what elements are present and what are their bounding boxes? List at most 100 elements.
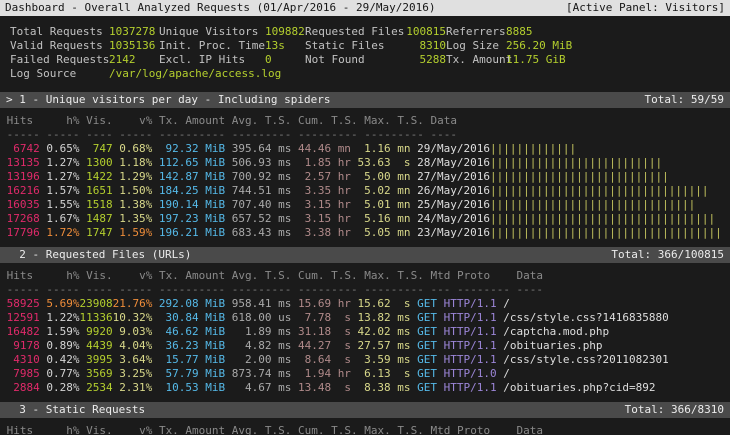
cell-vis: 747 xyxy=(79,142,112,156)
cell-avg: 1.89 xyxy=(225,325,271,339)
cell-maxu: ms xyxy=(391,311,411,325)
panel-visitors: > 1 - Unique visitors per day - Includin… xyxy=(0,92,730,240)
cell-cum: 31.18 xyxy=(291,325,331,339)
cell-hpct: 1.27% xyxy=(40,170,80,184)
cell-vis: 1422 xyxy=(79,170,112,184)
table-row[interactable]: 28840.28%25342.31%10.53MiB4.67ms13.48s8.… xyxy=(0,381,730,395)
cell-vpct: 4.04% xyxy=(113,339,153,353)
summary-label: Log Source xyxy=(10,67,109,81)
cell-vpct: 1.59% xyxy=(113,226,153,240)
cell-method: GET xyxy=(411,353,437,367)
cell-vis: 1651 xyxy=(79,184,112,198)
cell-vpct: 10.32% xyxy=(113,311,153,325)
cell-tx: 142.87 xyxy=(152,170,198,184)
cell-request-url: /css/style.css?1416835880 xyxy=(497,311,669,325)
cell-cumu: hr xyxy=(331,170,351,184)
cell-txu: MiB xyxy=(199,339,225,353)
table-row[interactable]: 172681.67%14871.35%197.23MiB657.52ms3.15… xyxy=(0,212,730,226)
cell-hits: 13196 xyxy=(0,170,40,184)
panel-total: Total: 366/100815 xyxy=(611,247,724,263)
cell-cum: 3.15 xyxy=(291,198,331,212)
report-title: Dashboard - Overall Analyzed Requests (0… xyxy=(5,0,435,16)
cell-vis: 1487 xyxy=(79,212,112,226)
cell-vpct: 2.31% xyxy=(113,381,153,395)
cell-cumu: s xyxy=(331,311,351,325)
summary-label: Excl. IP Hits xyxy=(159,53,265,67)
cell-maxu: mn xyxy=(391,170,411,184)
table-row[interactable]: 131961.27%14221.29%142.87MiB700.92ms2.57… xyxy=(0,170,730,184)
table-row[interactable]: 91780.89%44394.04%36.23MiB4.82ms44.27s27… xyxy=(0,339,730,353)
summary-value: 1035136 xyxy=(109,39,159,53)
cell-max: 3.59 xyxy=(351,353,391,367)
cell-cumu: hr xyxy=(331,226,351,240)
table-row[interactable]: 125911.22%1133610.32%30.84MiB618.00us7.7… xyxy=(0,311,730,325)
cell-avg: 2.00 xyxy=(225,353,271,367)
cell-method: GET xyxy=(411,297,437,311)
cell-hpct: 1.72% xyxy=(40,226,80,240)
cell-avgu: ms xyxy=(271,226,291,240)
cell-hpct: 1.22% xyxy=(40,311,80,325)
table-row[interactable]: 79850.77%35693.25%57.79MiB873.74ms1.94hr… xyxy=(0,367,730,381)
cell-maxu: mn xyxy=(391,142,411,156)
cell-hpct: 0.65% xyxy=(40,142,80,156)
cell-request-url: / xyxy=(497,297,510,311)
cell-max: 13.82 xyxy=(351,311,391,325)
cell-txu: MiB xyxy=(199,212,225,226)
cell-method: GET xyxy=(411,325,437,339)
cell-hpct: 1.57% xyxy=(40,184,80,198)
panel-requested-files: 2 - Requested Files (URLs) Total: 366/10… xyxy=(0,247,730,395)
cell-tx: 190.14 xyxy=(152,198,198,212)
cell-cum: 13.48 xyxy=(291,381,331,395)
summary-label: Static Files xyxy=(305,39,404,53)
panel-header[interactable]: 2 - Requested Files (URLs) Total: 366/10… xyxy=(0,247,730,263)
cell-txu: MiB xyxy=(199,367,225,381)
cell-method: GET xyxy=(411,311,437,325)
panel-static-requests: 3 - Static Requests Total: 366/8310 Hits… xyxy=(0,402,730,435)
cell-txu: MiB xyxy=(199,353,225,367)
cell-avgu: ms xyxy=(271,156,291,170)
cell-hits: 17268 xyxy=(0,212,40,226)
table-row[interactable]: 131351.27%13001.18%112.65MiB506.93ms1.85… xyxy=(0,156,730,170)
cell-protocol: HTTP/1.1 xyxy=(437,311,497,325)
summary-label: Init. Proc. Time xyxy=(159,39,265,53)
cell-hits: 17796 xyxy=(0,226,40,240)
hits-bar-chart: ||||||||||||||||||||||||||||||||| xyxy=(483,184,708,198)
panel-header[interactable]: > 1 - Unique visitors per day - Includin… xyxy=(0,92,730,108)
table-row[interactable]: 177961.72%17471.59%196.21MiB683.43ms3.38… xyxy=(0,226,730,240)
table-row[interactable]: 162161.57%16511.50%184.25MiB744.51ms3.35… xyxy=(0,184,730,198)
table-row[interactable]: 160351.55%15181.38%190.14MiB707.40ms3.15… xyxy=(0,198,730,212)
cell-vis: 2534 xyxy=(79,381,112,395)
table-header-divider: ----- ----- ---- ----- ---------- ------… xyxy=(0,283,730,297)
cell-tx: 112.65 xyxy=(152,156,198,170)
cell-avgu: us xyxy=(271,311,291,325)
summary-value: 11.75 GiB xyxy=(506,53,656,67)
cell-vis: 3569 xyxy=(79,367,112,381)
cell-request-url: /obituaries.php?cid=892 xyxy=(497,381,656,395)
table-row[interactable]: 43100.42%39953.64%15.77MiB2.00ms8.64s3.5… xyxy=(0,353,730,367)
cell-vpct: 1.38% xyxy=(113,198,153,212)
cell-avg: 657.52 xyxy=(225,212,271,226)
cell-hpct: 0.89% xyxy=(40,339,80,353)
cell-hpct: 0.77% xyxy=(40,367,80,381)
cell-maxu: mn xyxy=(391,184,411,198)
table-row[interactable]: 67420.65%7470.68%92.32MiB395.64ms44.46mn… xyxy=(0,142,730,156)
cell-hpct: 1.59% xyxy=(40,325,80,339)
cell-avgu: ms xyxy=(271,339,291,353)
table-row[interactable]: 589255.69%2390821.76%292.08MiB958.41ms15… xyxy=(0,297,730,311)
cell-date: 29/May/2016 xyxy=(411,142,484,156)
cell-maxu: ms xyxy=(391,381,411,395)
table-row[interactable]: 164821.59%99209.03%46.62MiB1.89ms31.18s4… xyxy=(0,325,730,339)
summary-line: Log Source/var/log/apache/access.log xyxy=(10,67,730,81)
cell-cumu: hr xyxy=(331,184,351,198)
cell-avg: 873.74 xyxy=(225,367,271,381)
cell-maxu: ms xyxy=(391,325,411,339)
cell-vpct: 1.35% xyxy=(113,212,153,226)
cell-hits: 4310 xyxy=(0,353,40,367)
panel-header[interactable]: 3 - Static Requests Total: 366/8310 xyxy=(0,402,730,418)
cell-protocol: HTTP/1.1 xyxy=(437,381,497,395)
cell-cumu: s xyxy=(331,353,351,367)
cell-txu: MiB xyxy=(199,325,225,339)
cell-tx: 197.23 xyxy=(152,212,198,226)
cell-request-url: /obituaries.php xyxy=(497,339,603,353)
cell-avgu: ms xyxy=(271,381,291,395)
